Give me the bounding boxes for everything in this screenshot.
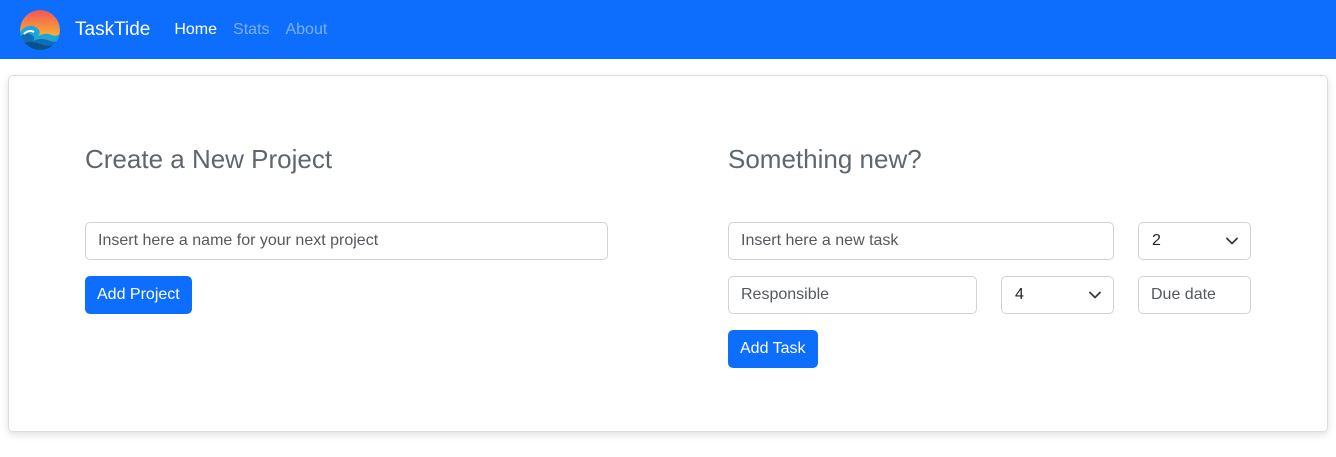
add-project-button[interactable]: Add Project <box>85 276 192 314</box>
nav-about[interactable]: About <box>285 21 327 39</box>
responsible-input[interactable] <box>728 276 977 314</box>
main-card: Create a New Project Add Project Somethi… <box>8 75 1328 432</box>
wave-sun-icon[interactable] <box>20 9 60 50</box>
task-select-2[interactable]: 4 <box>1001 276 1114 314</box>
chevron-down-icon <box>1226 232 1238 250</box>
add-task-button[interactable]: Add Task <box>728 330 818 368</box>
project-name-input[interactable] <box>85 222 608 260</box>
project-section-title: Create a New Project <box>85 144 333 174</box>
task-input[interactable] <box>728 222 1114 260</box>
task-select-1-value: 2 <box>1152 232 1161 249</box>
nav-links: Home Stats About <box>174 21 343 39</box>
task-select-1[interactable]: 2 <box>1138 222 1251 260</box>
navbar: TaskTide Home Stats About <box>0 0 1336 59</box>
task-select-2-value: 4 <box>1015 286 1024 303</box>
nav-stats[interactable]: Stats <box>233 21 269 39</box>
brand-link[interactable]: TaskTide <box>75 19 150 41</box>
nav-home[interactable]: Home <box>174 21 217 39</box>
chevron-down-icon <box>1089 286 1101 304</box>
task-section-title: Something new? <box>728 144 922 174</box>
due-date-input[interactable] <box>1138 276 1251 314</box>
